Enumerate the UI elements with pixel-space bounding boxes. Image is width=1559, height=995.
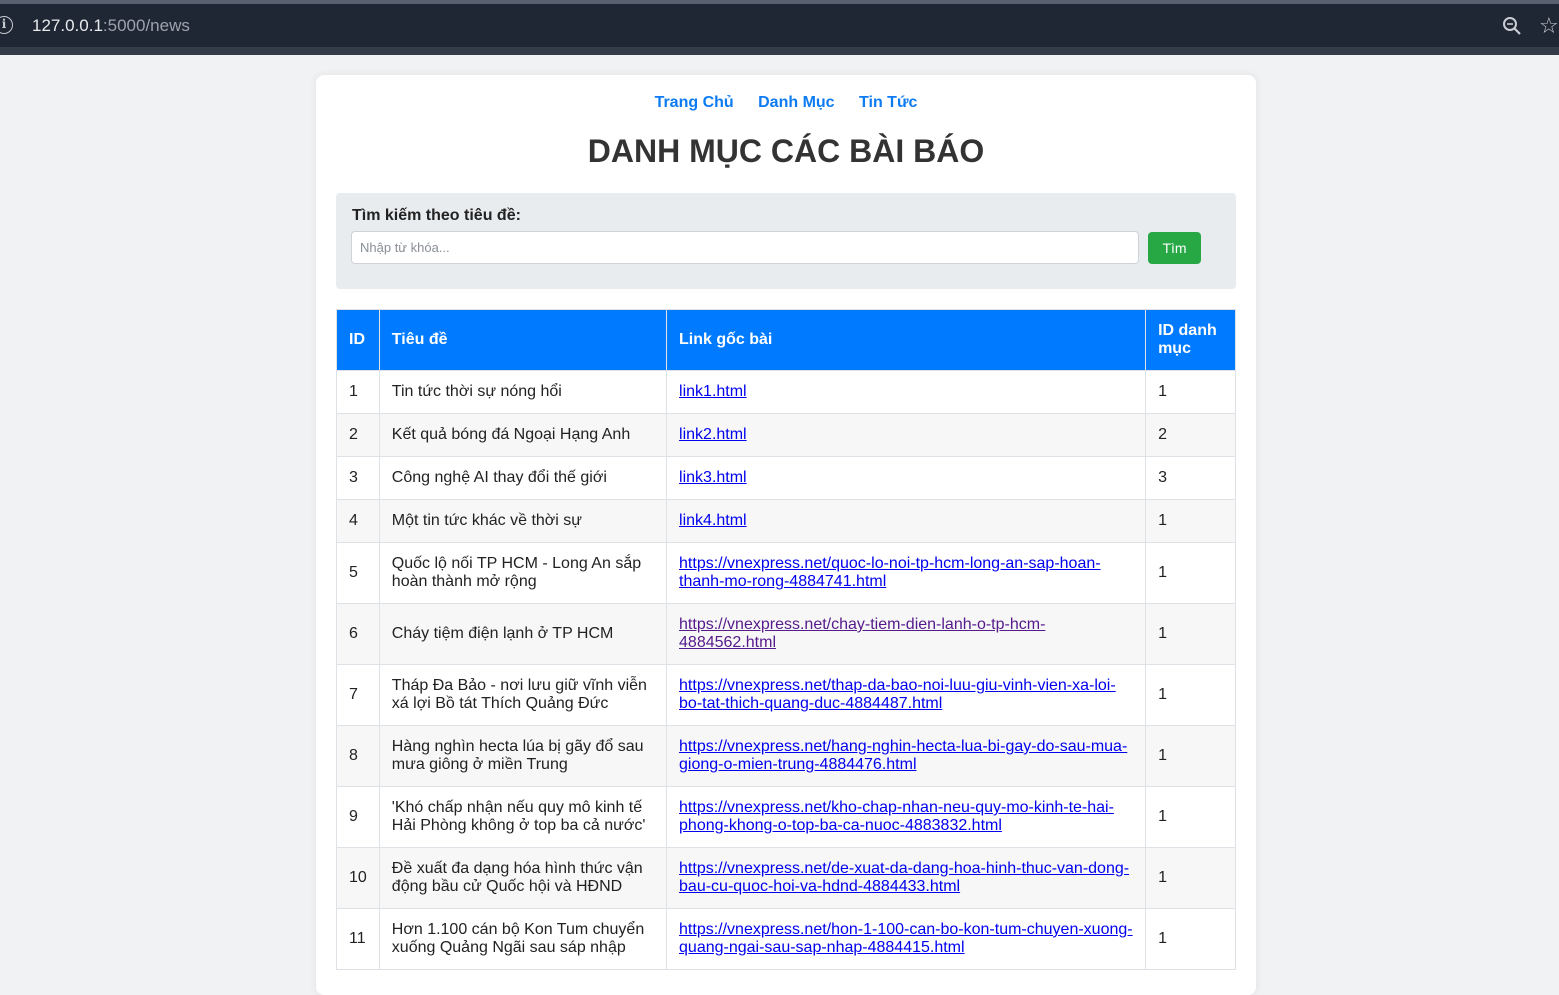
cell-category-id: 1 — [1145, 603, 1236, 665]
cell-category-id: 1 — [1145, 664, 1236, 726]
header-id: ID — [336, 309, 380, 371]
cell-id: 4 — [336, 499, 380, 543]
article-link[interactable]: https://vnexpress.net/chay-tiem-dien-lan… — [679, 616, 1045, 651]
table-row: 11 Hơn 1.100 cán bộ Kon Tum chuyển xuống… — [336, 908, 1236, 970]
cell-link: link3.html — [666, 456, 1147, 500]
table-header-row: ID Tiêu đề Link gốc bài ID danh mục — [336, 309, 1236, 371]
cell-category-id: 1 — [1145, 370, 1236, 414]
cell-link: https://vnexpress.net/hang-nghin-hecta-l… — [666, 725, 1147, 787]
url-path: :5000/news — [102, 16, 190, 35]
header-title: Tiêu đề — [378, 309, 668, 371]
article-link[interactable]: link2.html — [679, 426, 747, 443]
table-row: 8 Hàng nghìn hecta lúa bị gãy đổ sau mưa… — [336, 725, 1236, 787]
cell-link: https://vnexpress.net/thap-da-bao-noi-lu… — [666, 664, 1147, 726]
article-link[interactable]: link1.html — [679, 383, 747, 400]
cell-link: https://vnexpress.net/kho-chap-nhan-neu-… — [666, 786, 1147, 848]
table-row: 10 Đề xuất đa dạng hóa hình thức vận độn… — [336, 847, 1236, 909]
cell-id: 6 — [336, 603, 380, 665]
cell-title: Đề xuất đa dạng hóa hình thức vận động b… — [378, 847, 668, 909]
cell-title: Quốc lộ nối TP HCM - Long An sắp hoàn th… — [378, 542, 668, 604]
zoom-icon[interactable] — [1502, 16, 1522, 36]
cell-link: https://vnexpress.net/de-xuat-da-dang-ho… — [666, 847, 1147, 909]
cell-id: 9 — [336, 786, 380, 848]
cell-link: link1.html — [666, 370, 1147, 414]
search-button[interactable]: Tìm — [1148, 232, 1201, 264]
cell-category-id: 1 — [1145, 725, 1236, 787]
news-table: ID Tiêu đề Link gốc bài ID danh mục 1 Ti… — [336, 309, 1236, 970]
browser-bottom-strip — [0, 47, 1559, 55]
cell-category-id: 1 — [1145, 908, 1236, 970]
cell-title: Hơn 1.100 cán bộ Kon Tum chuyển xuống Qu… — [378, 908, 668, 970]
site-info-icon[interactable]: i — [0, 16, 13, 34]
search-panel: Tìm kiếm theo tiêu đề: Tìm — [336, 193, 1236, 289]
table-row: 4 Một tin tức khác về thời sự link4.html… — [336, 499, 1236, 543]
article-link[interactable]: link3.html — [679, 469, 747, 486]
cell-category-id: 3 — [1145, 456, 1236, 500]
cell-category-id: 1 — [1145, 786, 1236, 848]
cell-id: 1 — [336, 370, 380, 414]
bookmark-star-icon[interactable]: ☆ — [1539, 13, 1559, 39]
cell-title: Tin tức thời sự nóng hổi — [378, 370, 668, 414]
cell-title: 'Khó chấp nhận nếu quy mô kinh tế Hải Ph… — [378, 786, 668, 848]
cell-title: Kết quả bóng đá Ngoại Hạng Anh — [378, 413, 668, 457]
url-text[interactable]: 127.0.0.1:5000/news — [32, 16, 190, 36]
cell-id: 7 — [336, 664, 380, 726]
cell-id: 11 — [336, 908, 380, 970]
table-row: 9 'Khó chấp nhận nếu quy mô kinh tế Hải … — [336, 786, 1236, 848]
table-row: 6 Cháy tiệm điện lạnh ở TP HCM https://v… — [336, 603, 1236, 665]
search-input[interactable] — [351, 231, 1139, 264]
article-link[interactable]: https://vnexpress.net/kho-chap-nhan-neu-… — [679, 799, 1114, 834]
article-link[interactable]: https://vnexpress.net/thap-da-bao-noi-lu… — [679, 677, 1116, 712]
content-card: Trang Chủ Danh Mục Tin Tức DANH MỤC CÁC … — [316, 75, 1256, 995]
article-link[interactable]: link4.html — [679, 512, 747, 529]
article-link[interactable]: https://vnexpress.net/hon-1-100-can-bo-k… — [679, 921, 1133, 956]
cell-title: Cháy tiệm điện lạnh ở TP HCM — [378, 603, 668, 665]
table-row: 2 Kết quả bóng đá Ngoại Hạng Anh link2.h… — [336, 413, 1236, 457]
table-row: 1 Tin tức thời sự nóng hổi link1.html 1 — [336, 370, 1236, 414]
cell-id: 5 — [336, 542, 380, 604]
cell-category-id: 1 — [1145, 542, 1236, 604]
nav-news-link[interactable]: Tin Tức — [859, 94, 917, 112]
nav-categories-link[interactable]: Danh Mục — [758, 94, 834, 112]
article-link[interactable]: https://vnexpress.net/hang-nghin-hecta-l… — [679, 738, 1127, 773]
article-link[interactable]: https://vnexpress.net/de-xuat-da-dang-ho… — [679, 860, 1129, 895]
cell-title: Một tin tức khác về thời sự — [378, 499, 668, 543]
top-nav: Trang Chủ Danh Mục Tin Tức — [316, 94, 1256, 116]
page-body: Trang Chủ Danh Mục Tin Tức DANH MỤC CÁC … — [0, 55, 1559, 995]
nav-home-link[interactable]: Trang Chủ — [655, 94, 734, 112]
cell-link: https://vnexpress.net/quoc-lo-noi-tp-hcm… — [666, 542, 1147, 604]
page-title: DANH MỤC CÁC BÀI BÁO — [587, 133, 985, 169]
cell-category-id: 1 — [1145, 499, 1236, 543]
table-row: 5 Quốc lộ nối TP HCM - Long An sắp hoàn … — [336, 542, 1236, 604]
cell-id: 2 — [336, 413, 380, 457]
table-row: 3 Công nghệ AI thay đổi thế giới link3.h… — [336, 456, 1236, 500]
cell-link: link4.html — [666, 499, 1147, 543]
cell-title: Tháp Đa Bảo - nơi lưu giữ vĩnh viễn xá l… — [378, 664, 668, 726]
cell-category-id: 2 — [1145, 413, 1236, 457]
address-bar[interactable]: i 127.0.0.1:5000/news ☆ — [0, 4, 1559, 47]
header-link: Link gốc bài — [666, 309, 1147, 371]
article-link[interactable]: https://vnexpress.net/quoc-lo-noi-tp-hcm… — [679, 555, 1101, 590]
cell-id: 3 — [336, 456, 380, 500]
cell-title: Công nghệ AI thay đổi thế giới — [378, 456, 668, 500]
cell-id: 8 — [336, 725, 380, 787]
cell-category-id: 1 — [1145, 847, 1236, 909]
cell-title: Hàng nghìn hecta lúa bị gãy đổ sau mưa g… — [378, 725, 668, 787]
cell-link: link2.html — [666, 413, 1147, 457]
cell-link: https://vnexpress.net/chay-tiem-dien-lan… — [666, 603, 1147, 665]
search-label: Tìm kiếm theo tiêu đề: — [352, 207, 521, 224]
cell-link: https://vnexpress.net/hon-1-100-can-bo-k… — [666, 908, 1147, 970]
cell-id: 10 — [336, 847, 380, 909]
url-host: 127.0.0.1 — [32, 16, 103, 35]
header-category-id: ID danh mục — [1145, 309, 1236, 371]
table-row: 7 Tháp Đa Bảo - nơi lưu giữ vĩnh viễn xá… — [336, 664, 1236, 726]
